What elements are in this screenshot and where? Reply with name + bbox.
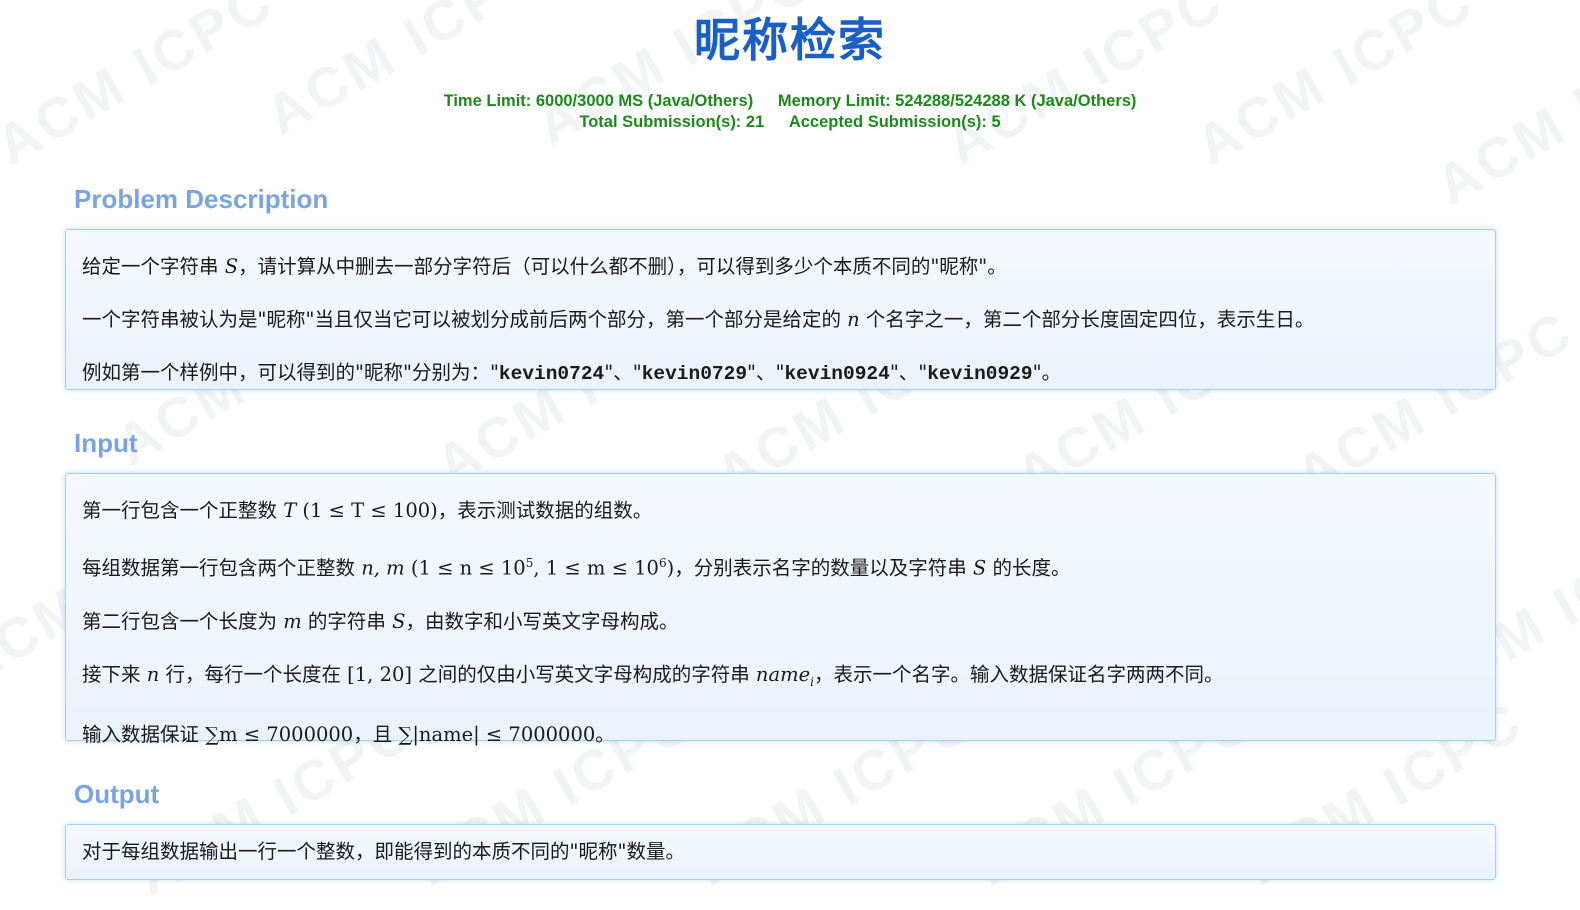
memory-limit: Memory Limit: 524288/524288 K (Java/Othe… (777, 92, 1137, 110)
description-paragraph-3: 例如第一个样例中，可以得到的"昵称"分别为："kevin0724"、"kevin… (82, 361, 1062, 385)
problem-title: 昵称检索 (694, 13, 886, 67)
output-heading: Output (74, 779, 160, 809)
input-paragraph-2: 每组数据第一行包含两个正整数 n, m (1 ≤ n ≤ 105, 1 ≤ m … (82, 556, 1071, 580)
total-submissions: Total Submission(s): 21 (579, 113, 765, 131)
example-nickname: kevin0729 (641, 363, 748, 385)
watermark-layer: ACM ICPC ACM ICPC ACM ICPC ACM ICPC ACM … (0, 0, 1580, 910)
example-nickname: kevin0924 (784, 363, 890, 385)
description-paragraph-1: 给定一个字符串 S，请计算从中删去一部分字符后（可以什么都不删），可以得到多少个… (82, 255, 1007, 278)
input-paragraph-3: 第二行包含一个长度为 m 的字符串 S，由数字和小写英文字母构成。 (82, 609, 679, 633)
limits-line: Time Limit: 6000/3000 MS (Java/Others) M… (0, 92, 1580, 111)
input-paragraph-5: 输入数据保证 ∑m ≤ 7000000，且 ∑|name| ≤ 7000000。 (82, 723, 615, 747)
submissions-line: Total Submission(s): 21 Accepted Submiss… (0, 113, 1580, 132)
description-panel: 给定一个字符串 S，请计算从中删去一部分字符后（可以什么都不删），可以得到多少个… (65, 229, 1496, 390)
description-heading: Problem Description (74, 184, 329, 214)
input-paragraph-4: 接下来 n 行，每行一个长度在 [1, 20] 之间的仅由小写英文字母构成的字符… (82, 662, 1224, 689)
input-heading: Input (74, 428, 138, 458)
input-paragraph-1: 第一行包含一个正整数 T (1 ≤ T ≤ 100)，表示测试数据的组数。 (82, 499, 653, 522)
output-panel: 对于每组数据输出一行一个整数，即能得到的本质不同的"昵称"数量。 (65, 824, 1496, 880)
input-panel: 第一行包含一个正整数 T (1 ≤ T ≤ 100)，表示测试数据的组数。 每组… (65, 473, 1496, 746)
description-paragraph-2: 一个字符串被认为是"昵称"当且仅当它可以被划分成前后两个部分，第一个部分是给定的… (82, 308, 1315, 331)
output-paragraph-1: 对于每组数据输出一行一个整数，即能得到的本质不同的"昵称"数量。 (82, 840, 685, 863)
accepted-submissions: Accepted Submission(s): 5 (788, 113, 1001, 131)
time-limit: Time Limit: 6000/3000 MS (Java/Others) (443, 92, 754, 110)
example-nickname: kevin0724 (498, 363, 605, 385)
example-nickname: kevin0929 (927, 363, 1033, 385)
